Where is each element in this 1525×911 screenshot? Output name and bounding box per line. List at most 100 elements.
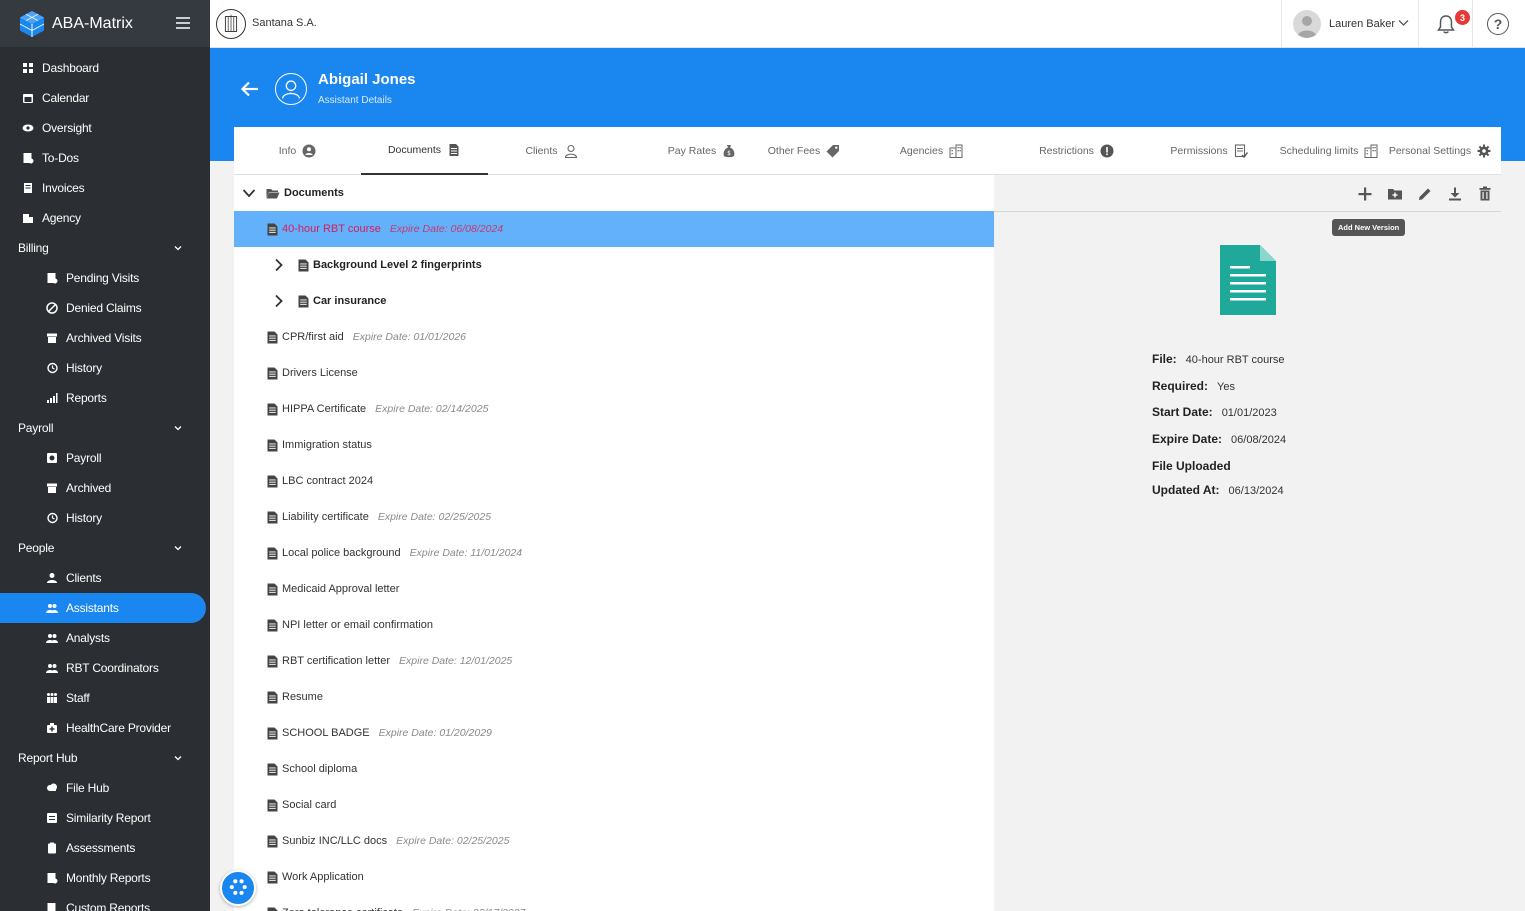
document-icon bbox=[267, 331, 278, 343]
tree-row[interactable]: Social card bbox=[234, 787, 994, 823]
sidebar-item-rbt-coordinators[interactable]: RBT Coordinators bbox=[0, 653, 210, 683]
edit-pencil-icon[interactable] bbox=[1417, 186, 1433, 202]
user-menu[interactable]: Lauren Baker bbox=[1281, 0, 1419, 48]
sidebar-item-pending-visits[interactable]: Pending Visits bbox=[0, 263, 210, 293]
bar-chart-icon bbox=[46, 392, 58, 404]
file-preview-icon[interactable] bbox=[1219, 244, 1277, 316]
tree-row[interactable]: SCHOOL BADGE Expire Date: 01/20/2029 bbox=[234, 715, 994, 751]
client-icon bbox=[564, 144, 577, 158]
document-name: Resume bbox=[282, 691, 323, 703]
chevron-down-icon[interactable] bbox=[242, 188, 256, 198]
tree-row[interactable]: Sunbiz INC/LLC docs Expire Date: 02/25/20… bbox=[234, 823, 994, 859]
tree-row[interactable]: Resume bbox=[234, 679, 994, 715]
tree-root[interactable]: Documents bbox=[234, 175, 994, 211]
sidebar-item-calendar[interactable]: Calendar bbox=[0, 83, 210, 113]
chevron-down-icon bbox=[174, 426, 182, 431]
sidebar-item-payroll-history[interactable]: History bbox=[0, 503, 210, 533]
tab-label: Agencies bbox=[899, 145, 944, 157]
sidebar-item-analysts[interactable]: Analysts bbox=[0, 623, 210, 653]
sidebar-item-similarity-report[interactable]: Similarity Report bbox=[0, 803, 210, 833]
tree-row[interactable]: Medicaid Approval letter bbox=[234, 571, 994, 607]
sidebar-item-label: History bbox=[66, 511, 102, 525]
tree-row[interactable]: RBT certification letter Expire Date: 12/… bbox=[234, 643, 994, 679]
sidebar-group-payroll[interactable]: Payroll bbox=[0, 413, 210, 443]
sidebar-item-label: Archived bbox=[66, 481, 112, 495]
company-logo-icon[interactable] bbox=[216, 9, 246, 39]
sidebar-group-people[interactable]: People bbox=[0, 533, 210, 563]
sidebar-item-payroll[interactable]: Payroll bbox=[0, 443, 210, 473]
tree-row[interactable]: School diploma bbox=[234, 751, 994, 787]
tab-personal-settings[interactable]: Personal Settings bbox=[1379, 127, 1501, 175]
document-icon bbox=[298, 259, 309, 271]
floating-action-button[interactable] bbox=[220, 870, 256, 906]
folder-add-icon[interactable] bbox=[1387, 186, 1403, 202]
sidebar-item-file-hub[interactable]: File Hub bbox=[0, 773, 210, 803]
tab-documents[interactable]: Documents bbox=[361, 127, 488, 175]
tab-label: Scheduling limits bbox=[1279, 145, 1359, 157]
tree-row[interactable]: Zero tolerance certificate Expire Date: 0… bbox=[234, 895, 994, 911]
sidebar-item-agency[interactable]: Agency bbox=[0, 203, 210, 233]
sidebar-item-custom-reports[interactable]: Custom Reports bbox=[0, 893, 210, 911]
tree-row[interactable]: CPR/first aid Expire Date: 01/01/2026 bbox=[234, 319, 994, 355]
sidebar-item-denied-claims[interactable]: Denied Claims bbox=[0, 293, 210, 323]
chevron-right-icon[interactable] bbox=[274, 258, 283, 272]
tree-row[interactable]: HIPPA Certificate Expire Date: 02/14/2025 bbox=[234, 391, 994, 427]
chevron-right-icon[interactable] bbox=[274, 294, 283, 308]
tree-row[interactable]: Drivers License bbox=[234, 355, 994, 391]
sidebar-item-invoices[interactable]: Invoices bbox=[0, 173, 210, 203]
custom-report-icon bbox=[46, 902, 58, 911]
company-name[interactable]: Santana S.A. bbox=[252, 17, 317, 29]
document-name: Social card bbox=[282, 799, 337, 811]
expire-date: Expire Date: 11/01/2024 bbox=[409, 547, 523, 559]
info-label: Start Date: bbox=[1152, 405, 1213, 419]
tree-row[interactable]: NPI letter or email confirmation bbox=[234, 607, 994, 643]
monthly-report-icon bbox=[46, 872, 58, 884]
tree-row[interactable]: Liability certificate Expire Date: 02/25/… bbox=[234, 499, 994, 535]
tree-row[interactable]: Work Application bbox=[234, 859, 994, 895]
sidebar-item-assessments[interactable]: Assessments bbox=[0, 833, 210, 863]
sidebar-item-todos[interactable]: To-Dos bbox=[0, 143, 210, 173]
sidebar-group-report-hub[interactable]: Report Hub bbox=[0, 743, 210, 773]
info-value: 06/08/2024 bbox=[1231, 434, 1287, 446]
tree-root-label: Documents bbox=[284, 187, 344, 199]
download-icon[interactable] bbox=[1447, 186, 1463, 202]
sidebar-item-dashboard[interactable]: Dashboard bbox=[0, 53, 210, 83]
sidebar-item-monthly-reports[interactable]: Monthly Reports bbox=[0, 863, 210, 893]
chevron-down-icon bbox=[174, 756, 182, 761]
sidebar-item-staff[interactable]: Staff bbox=[0, 683, 210, 713]
account-circle-icon bbox=[302, 144, 316, 158]
tree-row[interactable]: Immigration status bbox=[234, 427, 994, 463]
add-icon[interactable] bbox=[1357, 186, 1373, 202]
tab-clients[interactable]: Clients bbox=[488, 127, 615, 175]
sidebar-item-reports[interactable]: Reports bbox=[0, 383, 210, 413]
tree-row-selected[interactable]: 40-hour RBT course Expire Date: 06/08/20… bbox=[234, 211, 994, 247]
avatar bbox=[1293, 10, 1321, 38]
tab-info[interactable]: Info bbox=[234, 127, 361, 175]
trash-icon[interactable] bbox=[1477, 186, 1493, 202]
sidebar-group-billing[interactable]: Billing bbox=[0, 233, 210, 263]
tree-row-folder[interactable]: Car insurance bbox=[234, 283, 994, 319]
help-icon[interactable]: ? bbox=[1487, 13, 1509, 35]
eye-icon bbox=[22, 122, 34, 134]
tree-row[interactable]: Local police background Expire Date: 11/0… bbox=[234, 535, 994, 571]
tab-agencies[interactable]: Agencies bbox=[859, 127, 1004, 175]
tree-row[interactable]: LBC contract 2024 bbox=[234, 463, 994, 499]
sidebar-item-oversight[interactable]: Oversight bbox=[0, 113, 210, 143]
sidebar-item-label: Agency bbox=[42, 211, 81, 225]
sidebar-item-clients[interactable]: Clients bbox=[0, 563, 210, 593]
archive-icon bbox=[46, 332, 58, 344]
sidebar-item-healthcare-provider[interactable]: HealthCare Provider bbox=[0, 713, 210, 743]
tab-other-fees[interactable]: Other Fees bbox=[729, 127, 879, 175]
sidebar-item-billing-history[interactable]: History bbox=[0, 353, 210, 383]
sidebar-item-assistants[interactable]: Assistants bbox=[0, 593, 206, 623]
tree-row-folder[interactable]: Background Level 2 fingerprints bbox=[234, 247, 994, 283]
back-arrow-icon[interactable] bbox=[240, 80, 260, 98]
sidebar-item-label: Invoices bbox=[42, 181, 85, 195]
menu-toggle-icon[interactable] bbox=[176, 17, 190, 29]
tab-label: Clients bbox=[525, 145, 558, 157]
sidebar-item-label: Archived Visits bbox=[66, 331, 142, 345]
sidebar-item-archived-visits[interactable]: Archived Visits bbox=[0, 323, 210, 353]
tooltip: Add New Version bbox=[1332, 219, 1406, 236]
sidebar-item-payroll-archived[interactable]: Archived bbox=[0, 473, 210, 503]
notifications[interactable]: 3 bbox=[1419, 0, 1473, 48]
